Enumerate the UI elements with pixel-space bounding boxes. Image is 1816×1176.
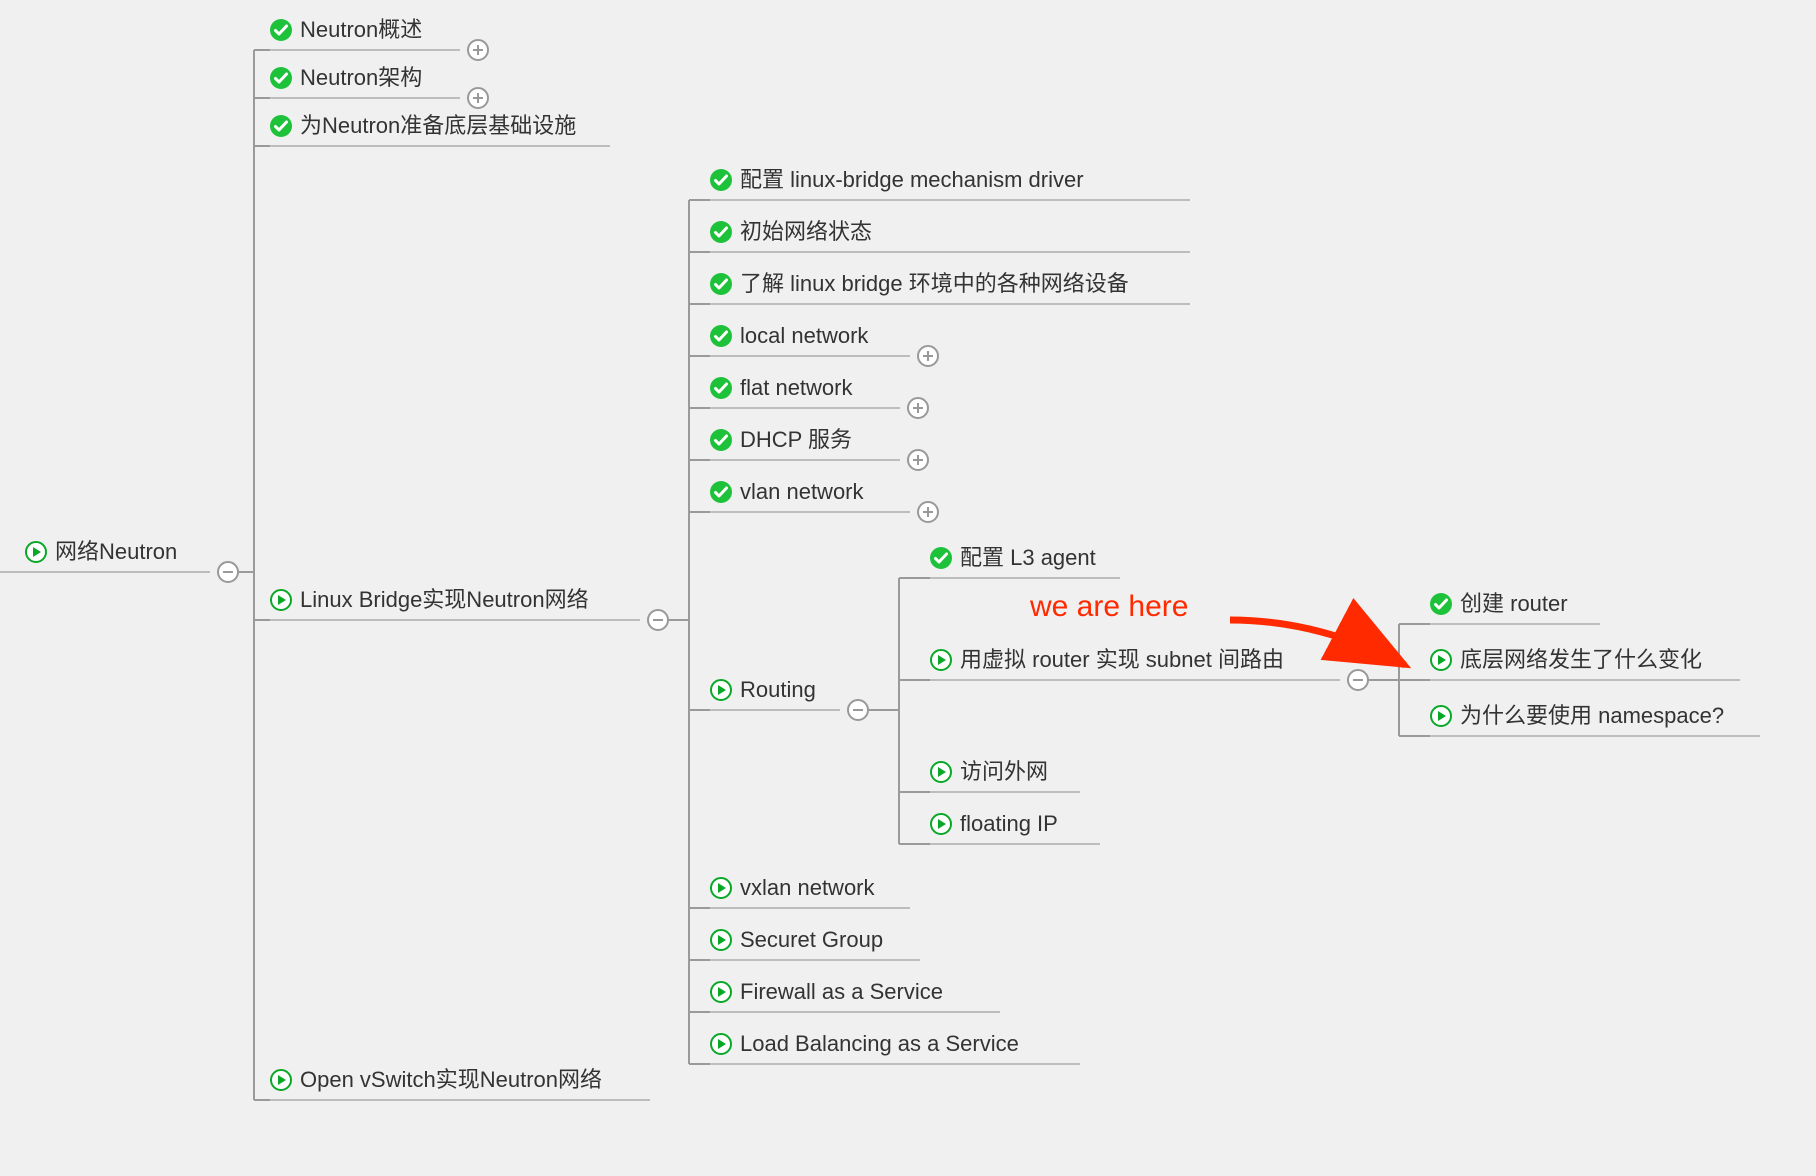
collapse-toggle-m8[interactable] [847,699,869,721]
node-s2[interactable]: 底层网络发生了什么变化 [1430,640,1702,680]
node-label: vlan network [740,472,864,512]
node-n5[interactable]: Open vSwitch实现Neutron网络 [270,1060,602,1100]
play-icon [710,1033,732,1055]
check-icon [710,169,732,191]
node-m2[interactable]: 初始网络状态 [710,212,872,252]
expand-toggle-m5[interactable] [907,397,929,419]
node-label: DHCP 服务 [740,420,852,460]
collapse-toggle-root[interactable] [217,561,239,583]
node-m11[interactable]: Firewall as a Service [710,972,943,1012]
node-n1[interactable]: Neutron概述 [270,10,422,50]
node-r4[interactable]: floating IP [930,804,1058,844]
check-icon [710,481,732,503]
node-root[interactable]: 网络Neutron [25,532,177,572]
node-r1[interactable]: 配置 L3 agent [930,538,1096,578]
node-label: vxlan network [740,868,875,908]
node-label: 为Neutron准备底层基础设施 [300,106,576,146]
node-m4[interactable]: local network [710,316,868,356]
check-icon [710,273,732,295]
check-icon [1430,593,1452,615]
play-icon [710,981,732,1003]
node-label: 了解 linux bridge 环境中的各种网络设备 [740,264,1129,304]
node-m6[interactable]: DHCP 服务 [710,420,852,460]
expand-toggle-m4[interactable] [917,345,939,367]
node-label: 初始网络状态 [740,212,872,252]
check-icon [270,67,292,89]
node-s1[interactable]: 创建 router [1430,584,1568,624]
node-n3[interactable]: 为Neutron准备底层基础设施 [270,106,576,146]
node-label: floating IP [960,804,1058,844]
node-label: Securet Group [740,920,883,960]
node-m5[interactable]: flat network [710,368,853,408]
we-are-here-annotation: we are here [1030,590,1188,624]
node-s3[interactable]: 为什么要使用 namespace? [1430,696,1724,736]
node-m7[interactable]: vlan network [710,472,864,512]
node-label: Load Balancing as a Service [740,1024,1019,1064]
node-m9[interactable]: vxlan network [710,868,875,908]
check-icon [710,221,732,243]
node-label: 配置 linux-bridge mechanism driver [740,160,1084,200]
collapse-toggle-r2[interactable] [1347,669,1369,691]
play-icon [1430,705,1452,727]
node-m3[interactable]: 了解 linux bridge 环境中的各种网络设备 [710,264,1129,304]
node-label: 底层网络发生了什么变化 [1460,640,1702,680]
annotation-text: we are here [1030,590,1188,623]
node-label: 配置 L3 agent [960,538,1096,578]
node-label: 为什么要使用 namespace? [1460,696,1724,736]
node-r2[interactable]: 用虚拟 router 实现 subnet 间路由 [930,640,1284,680]
node-m1[interactable]: 配置 linux-bridge mechanism driver [710,160,1084,200]
check-icon [710,377,732,399]
expand-toggle-m7[interactable] [917,501,939,523]
node-m12[interactable]: Load Balancing as a Service [710,1024,1019,1064]
play-icon [25,541,47,563]
node-m8[interactable]: Routing [710,670,816,710]
node-label: 用虚拟 router 实现 subnet 间路由 [960,640,1284,680]
play-icon [710,929,732,951]
check-icon [710,325,732,347]
check-icon [270,19,292,41]
play-icon [930,813,952,835]
check-icon [930,547,952,569]
node-label: Firewall as a Service [740,972,943,1012]
node-label: Routing [740,670,816,710]
expand-toggle-n1[interactable] [467,39,489,61]
expand-toggle-n2[interactable] [467,87,489,109]
node-n2[interactable]: Neutron架构 [270,58,422,98]
play-icon [710,679,732,701]
node-label: 创建 router [1460,584,1568,624]
check-icon [270,115,292,137]
play-icon [270,1069,292,1091]
node-m10[interactable]: Securet Group [710,920,883,960]
play-icon [930,649,952,671]
expand-toggle-m6[interactable] [907,449,929,471]
collapse-toggle-n4[interactable] [647,609,669,631]
node-label: Neutron架构 [300,58,422,98]
node-label: local network [740,316,868,356]
node-label: Open vSwitch实现Neutron网络 [300,1060,602,1100]
node-n4[interactable]: Linux Bridge实现Neutron网络 [270,580,589,620]
node-label: flat network [740,368,853,408]
check-icon [710,429,732,451]
play-icon [1430,649,1452,671]
node-label: 网络Neutron [55,532,177,572]
play-icon [270,589,292,611]
node-label: Linux Bridge实现Neutron网络 [300,580,589,620]
node-label: 访问外网 [960,752,1048,792]
node-r3[interactable]: 访问外网 [930,752,1048,792]
play-icon [930,761,952,783]
node-label: Neutron概述 [300,10,422,50]
play-icon [710,877,732,899]
